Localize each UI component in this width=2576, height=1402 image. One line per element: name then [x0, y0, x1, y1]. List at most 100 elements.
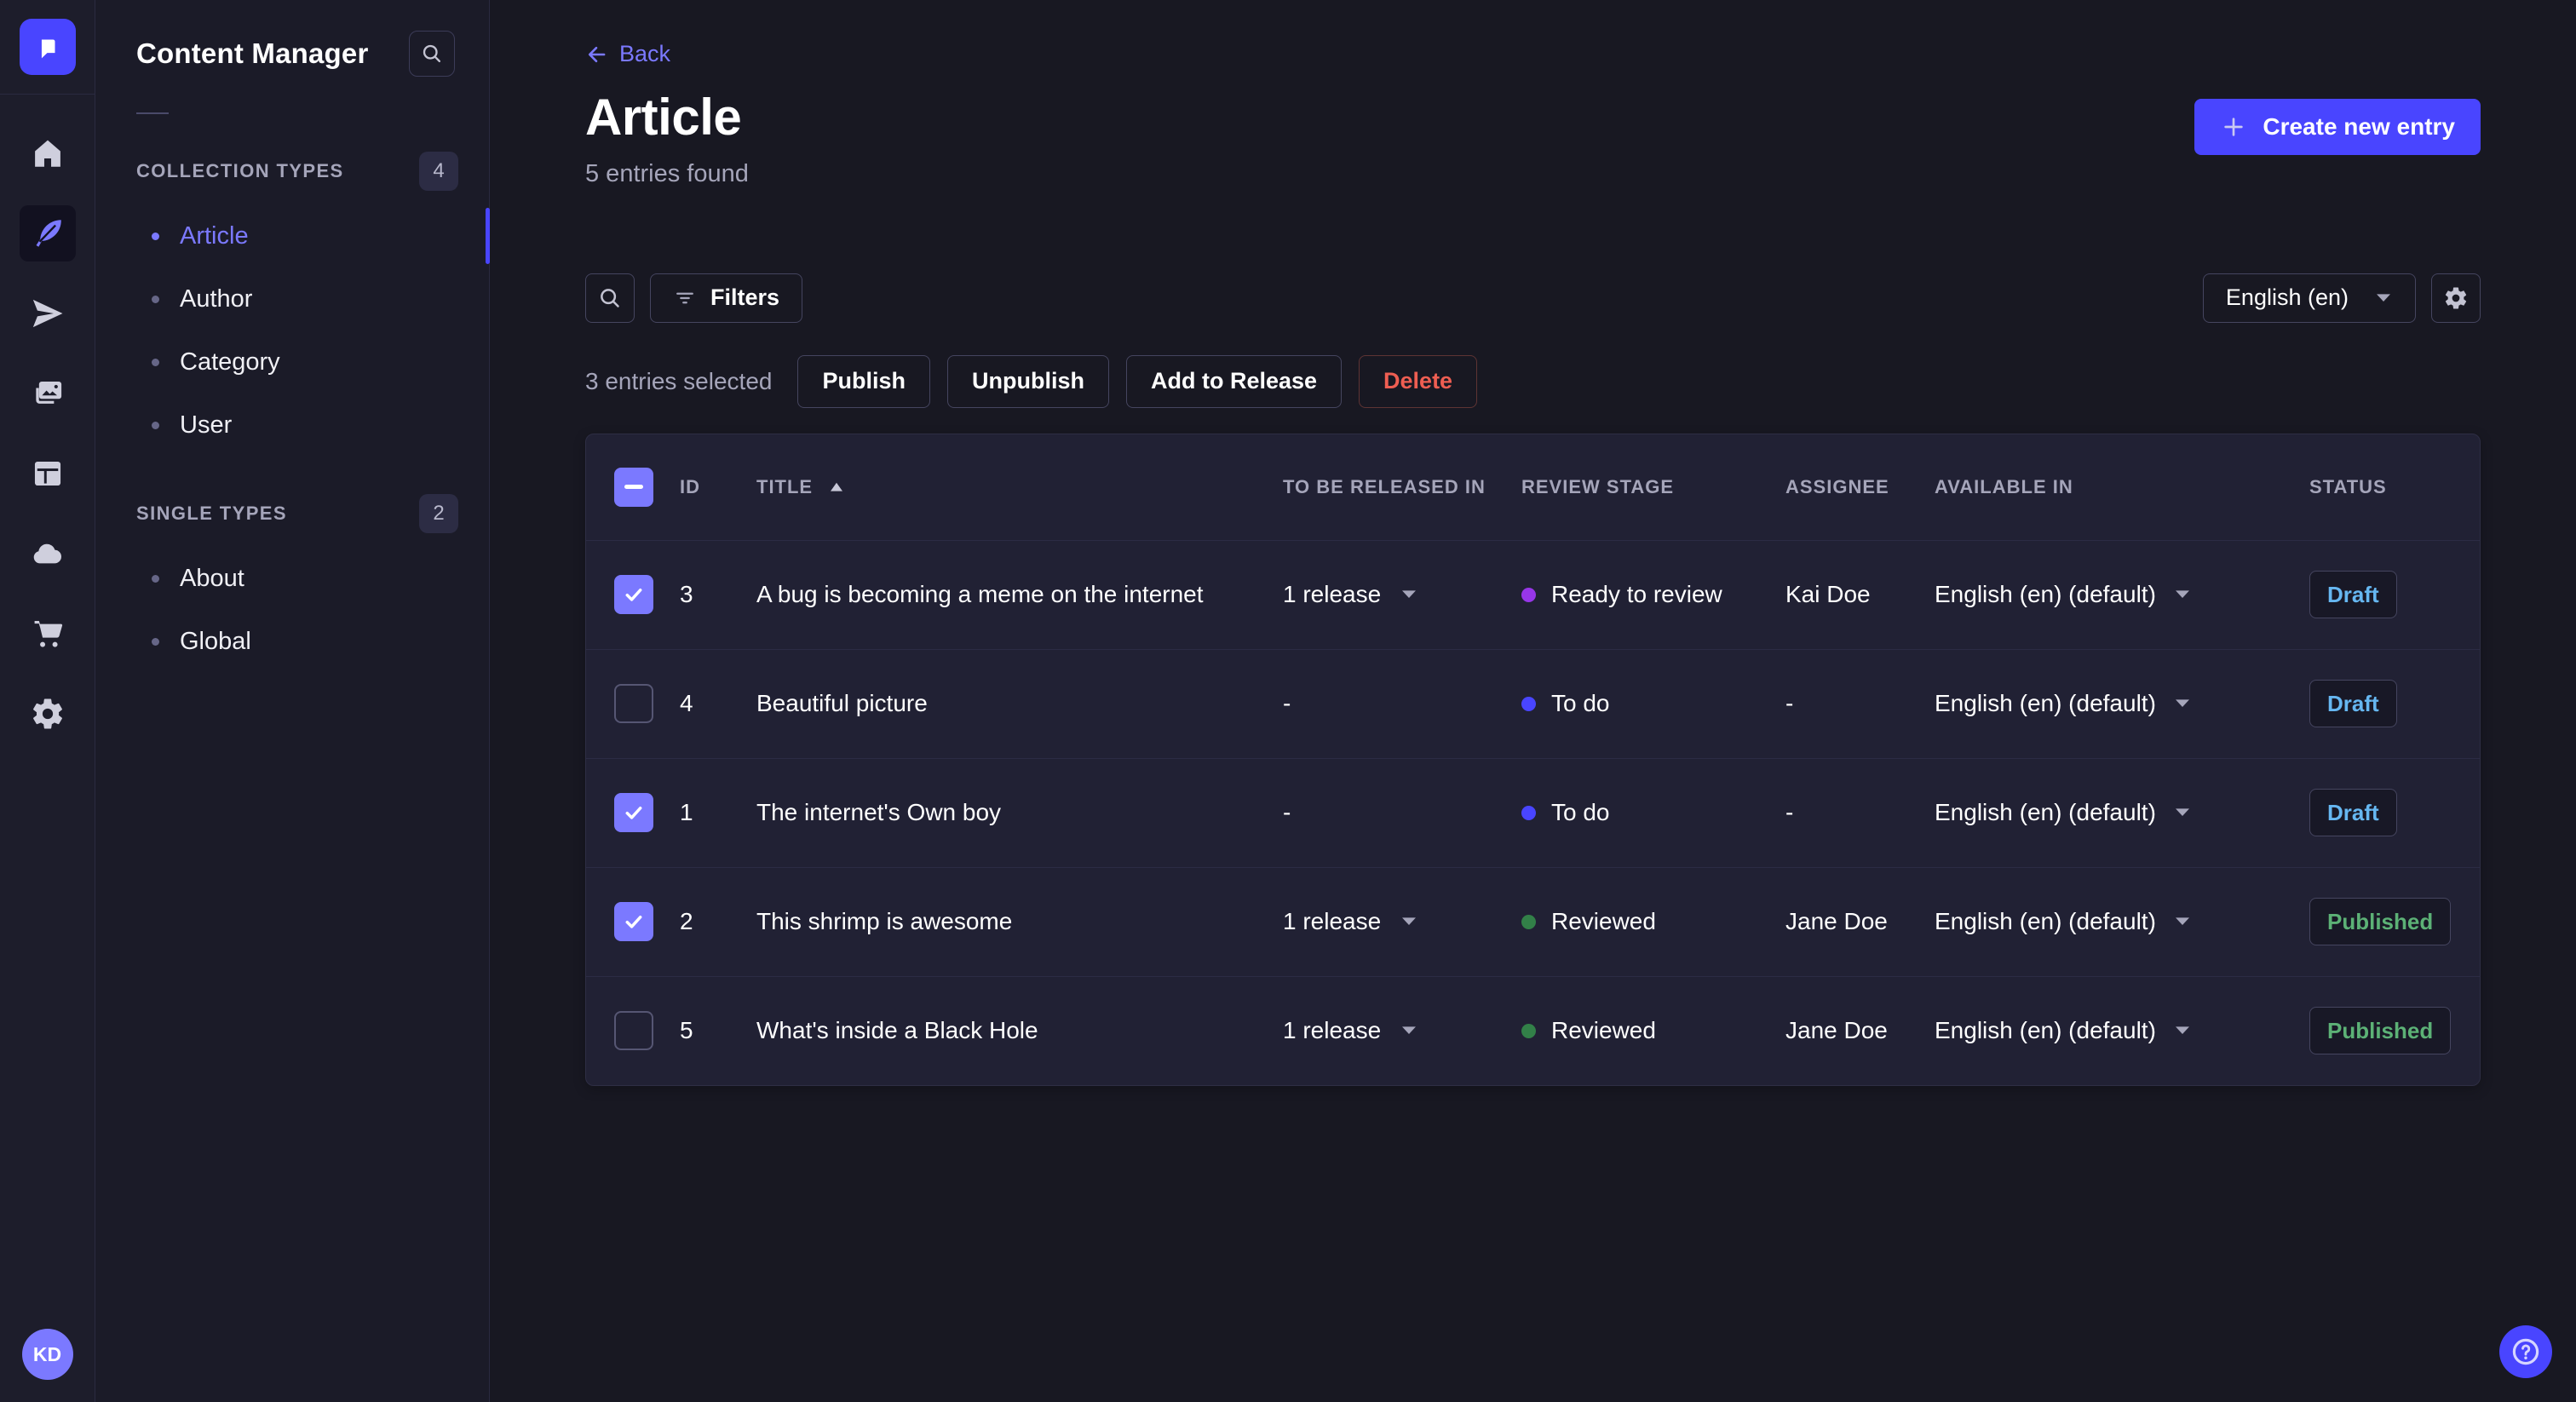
row-assignee: -: [1785, 799, 1794, 825]
col-to-be-released-in[interactable]: TO BE RELEASED IN: [1283, 476, 1521, 498]
row-available-in: English (en) (default): [1935, 690, 2156, 716]
search-icon: [601, 288, 619, 307]
table-row[interactable]: 3 A bug is becoming a meme on the intern…: [586, 539, 2480, 649]
search-entries-button[interactable]: [585, 273, 635, 323]
nav-media-library[interactable]: [20, 365, 76, 422]
unpublish-button[interactable]: Unpublish: [946, 354, 1109, 408]
sidebar-item-about[interactable]: About: [95, 547, 489, 610]
status-badge: Published: [2309, 898, 2452, 945]
col-status[interactable]: STATUS: [2309, 476, 2480, 498]
chevron-down-icon[interactable]: [2173, 915, 2192, 928]
sidebar-item-global[interactable]: Global: [95, 610, 489, 673]
images-icon: [35, 382, 61, 404]
select-all-checkbox[interactable]: [614, 467, 653, 507]
nav-settings[interactable]: [20, 686, 76, 742]
row-checkbox[interactable]: [614, 575, 653, 614]
col-id[interactable]: ID: [680, 476, 756, 498]
bullet-icon: [152, 358, 159, 366]
chevron-down-icon[interactable]: [2173, 697, 2192, 710]
sidebar-item-category[interactable]: Category: [95, 330, 489, 394]
list-settings-button[interactable]: [2431, 273, 2481, 323]
row-review-stage: Ready to review: [1551, 581, 1722, 607]
nav-releases[interactable]: [20, 285, 76, 342]
section-count-badge: 4: [419, 152, 458, 191]
review-stage-dot: [1521, 696, 1536, 711]
nav-marketplace[interactable]: [20, 606, 76, 662]
nav-cloud[interactable]: [20, 526, 76, 582]
collection-types-section: COLLECTION TYPES 4 Article Author Catego…: [95, 152, 490, 457]
back-link[interactable]: Back: [585, 41, 670, 67]
row-checkbox[interactable]: [614, 684, 653, 723]
chevron-down-icon[interactable]: [2173, 1024, 2192, 1037]
filter-icon: [676, 292, 693, 303]
row-available-in: English (en) (default): [1935, 581, 2156, 607]
row-title: What's inside a Black Hole: [756, 1017, 1038, 1043]
table-row[interactable]: 1 The internet's Own boy - To do - Engli…: [586, 757, 2480, 867]
paper-plane-icon: [32, 299, 62, 328]
nav-content-type-builder[interactable]: [20, 445, 76, 502]
col-available-in[interactable]: AVAILABLE IN: [1935, 476, 2309, 498]
chevron-down-icon[interactable]: [1400, 588, 1418, 601]
subnav-title: Content Manager: [136, 37, 369, 69]
subnav-search-button[interactable]: [409, 31, 455, 77]
bullet-icon: [152, 574, 159, 583]
table-row[interactable]: 5 What's inside a Black Hole 1 release R…: [586, 975, 2480, 1085]
add-to-release-button[interactable]: Add to Release: [1125, 354, 1343, 408]
row-id: 2: [680, 908, 693, 934]
sidebar-item-user[interactable]: User: [95, 394, 489, 457]
nav-home[interactable]: [20, 125, 76, 181]
chevron-down-icon: [2377, 293, 2390, 302]
table-row[interactable]: 4 Beautiful picture - To do - English (e…: [586, 648, 2480, 758]
row-title: Beautiful picture: [756, 690, 928, 716]
row-checkbox[interactable]: [614, 902, 653, 941]
row-available-in: English (en) (default): [1935, 799, 2156, 825]
chevron-down-icon[interactable]: [2173, 588, 2192, 601]
sidebar-item-author[interactable]: Author: [95, 267, 489, 330]
col-title[interactable]: TITLE: [756, 476, 1283, 498]
locale-select[interactable]: English (en): [2202, 273, 2416, 323]
nav-content-manager[interactable]: [19, 205, 76, 261]
help-button[interactable]: [2499, 1325, 2552, 1378]
rail-divider: [0, 94, 95, 95]
layout-icon: [34, 462, 60, 486]
chevron-down-icon[interactable]: [2173, 806, 2192, 819]
user-avatar[interactable]: KD: [21, 1329, 73, 1380]
row-assignee: Jane Doe: [1785, 908, 1888, 934]
section-count-badge: 2: [419, 494, 458, 533]
chevron-down-icon[interactable]: [1400, 1024, 1418, 1037]
row-review-stage: Reviewed: [1551, 1017, 1656, 1043]
bullet-icon: [152, 295, 159, 303]
bullet-icon: [152, 421, 159, 429]
row-checkbox[interactable]: [614, 793, 653, 832]
main-nav-rail: KD: [0, 0, 95, 1402]
publish-button[interactable]: Publish: [797, 354, 930, 408]
sidebar-item-article[interactable]: Article: [95, 204, 490, 267]
review-stage-dot: [1521, 587, 1536, 602]
row-id: 3: [680, 581, 693, 607]
filters-button[interactable]: Filters: [650, 273, 803, 323]
status-badge: Published: [2309, 1007, 2452, 1054]
table-row[interactable]: 2 This shrimp is awesome 1 release Revie…: [586, 866, 2480, 976]
col-review-stage[interactable]: REVIEW STAGE: [1521, 476, 1785, 498]
single-types-section: SINGLE TYPES 2 About Global: [95, 494, 489, 673]
row-title: The internet's Own boy: [756, 799, 1002, 825]
create-entry-button[interactable]: Create new entry: [2194, 98, 2481, 155]
entries-table: ID TITLE TO BE RELEASED IN REVIEW STAGE …: [585, 433, 2481, 1086]
review-stage-dot: [1521, 1023, 1536, 1038]
strapi-logo[interactable]: [19, 19, 76, 75]
row-assignee: -: [1785, 690, 1794, 716]
row-id: 5: [680, 1017, 693, 1043]
bullet-icon: [152, 637, 159, 646]
app-root: KD Content Manager COLLECTION TYPES 4 Ar…: [0, 0, 2576, 1402]
col-assignee[interactable]: ASSIGNEE: [1785, 476, 1935, 498]
delete-button[interactable]: Delete: [1359, 354, 1478, 408]
row-checkbox[interactable]: [614, 1011, 653, 1050]
home-icon: [34, 140, 60, 167]
row-assignee: Jane Doe: [1785, 1017, 1888, 1043]
check-icon: [625, 807, 642, 819]
chevron-down-icon[interactable]: [1400, 915, 1418, 928]
check-icon: [625, 916, 642, 928]
row-title: A bug is becoming a meme on the internet: [756, 581, 1204, 607]
subnav-rule: [136, 112, 169, 114]
row-release: 1 release: [1283, 908, 1382, 934]
